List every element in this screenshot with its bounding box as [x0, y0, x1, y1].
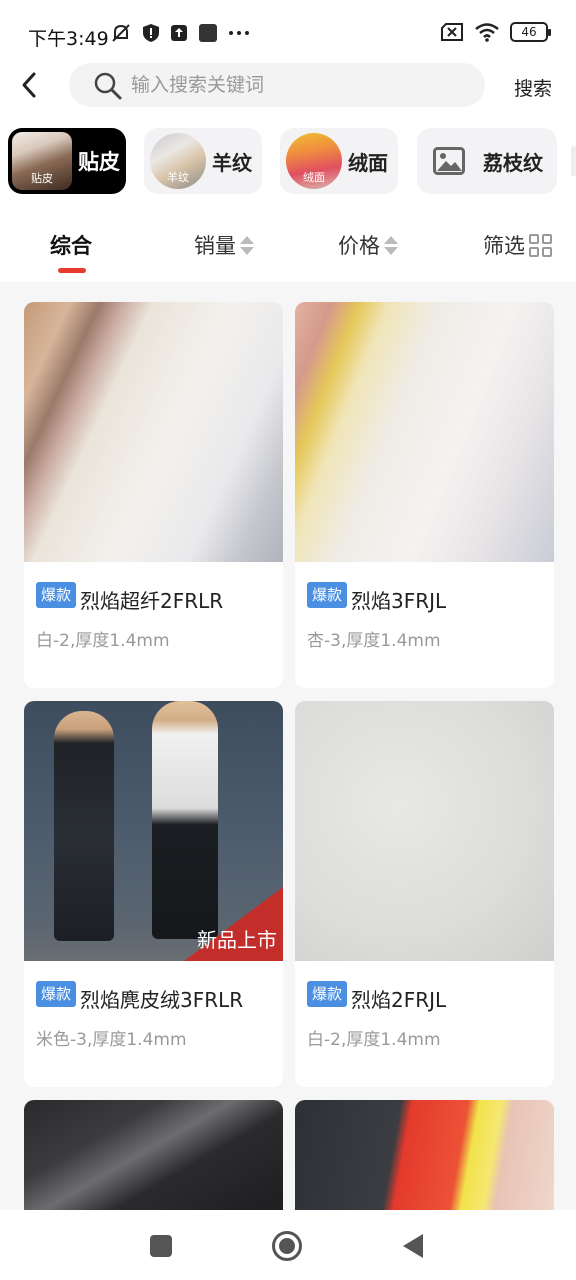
search-bar[interactable]	[69, 63, 485, 107]
category-label: 贴皮	[78, 150, 120, 174]
category-thumb: 绒面	[286, 133, 342, 189]
back-arrow-icon[interactable]	[14, 68, 46, 104]
status-time: 下午3:49	[28, 28, 109, 50]
home-icon[interactable]	[271, 1230, 303, 1262]
category-chip-yangwen[interactable]: 羊纹 羊纹	[144, 128, 262, 194]
sort-arrows-icon	[240, 235, 254, 255]
category-label: 羊纹	[212, 150, 252, 175]
category-chip-lizhiwen[interactable]: 荔枝纹	[417, 128, 557, 194]
sort-tabs: 综合 销量 价格 筛选	[0, 222, 576, 276]
product-name: 烈焰超纤2FRLR	[80, 589, 224, 613]
hot-badge: 爆款	[36, 582, 77, 608]
battery-icon: 46	[510, 22, 551, 42]
image-icon	[433, 147, 465, 175]
mute-bell-icon	[112, 24, 130, 42]
category-chip-rongmian[interactable]: 绒面 绒面	[280, 128, 398, 194]
category-thumb: 羊纹	[150, 133, 206, 189]
product-card[interactable]: 爆款 烈焰3FRJL 杏-3,厚度1.4mm	[295, 302, 554, 688]
product-image	[295, 701, 554, 961]
product-image	[24, 302, 283, 562]
tab-sales[interactable]: 销量	[194, 230, 254, 260]
status-bar: 下午3:49 46	[0, 0, 576, 64]
category-scroll-hint	[571, 146, 576, 176]
sort-arrows-icon	[384, 235, 398, 255]
product-spec: 米色-3,厚度1.4mm	[36, 1030, 187, 1050]
category-label: 荔枝纹	[483, 150, 543, 175]
product-card[interactable]: 爆款 烈焰超纤2FRLR 白-2,厚度1.4mm	[24, 302, 283, 688]
more-icon	[229, 31, 249, 35]
product-image	[295, 302, 554, 562]
product-card[interactable]: 新品上市 爆款 烈焰麂皮绒3FRLR 米色-3,厚度1.4mm	[24, 701, 283, 1087]
back-icon[interactable]	[401, 1232, 425, 1260]
product-image: 新品上市	[24, 701, 283, 961]
hot-badge: 爆款	[307, 981, 348, 1007]
grid-icon	[529, 233, 552, 257]
category-thumb: 贴皮	[12, 132, 72, 190]
product-spec: 杏-3,厚度1.4mm	[307, 631, 441, 651]
screen: 下午3:49 46 搜索 贴皮	[0, 0, 576, 1280]
tab-active-indicator	[58, 268, 86, 273]
header-area: 下午3:49 46 搜索 贴皮	[0, 0, 576, 282]
product-card[interactable]	[295, 1100, 554, 1220]
tab-price[interactable]: 价格	[338, 230, 398, 260]
shield-icon	[143, 24, 159, 42]
product-spec: 白-2,厚度1.4mm	[36, 631, 170, 651]
product-name: 烈焰麂皮绒3FRLR	[80, 988, 244, 1012]
upload-icon	[171, 25, 187, 41]
recent-apps-icon[interactable]	[149, 1234, 173, 1258]
product-spec: 白-2,厚度1.4mm	[307, 1030, 441, 1050]
tab-comprehensive[interactable]: 综合	[50, 230, 92, 260]
product-image	[295, 1100, 554, 1220]
app-icon	[199, 24, 217, 42]
sim-x-icon	[441, 23, 463, 41]
wifi-icon	[475, 23, 499, 42]
tab-filter[interactable]: 筛选	[483, 230, 552, 260]
hot-badge: 爆款	[307, 582, 348, 608]
product-card[interactable]	[24, 1100, 283, 1220]
product-card[interactable]: 爆款 烈焰2FRJL 白-2,厚度1.4mm	[295, 701, 554, 1087]
search-input[interactable]	[131, 63, 471, 107]
category-chip-tiepi[interactable]: 贴皮 贴皮	[8, 128, 126, 194]
search-icon	[94, 72, 122, 100]
product-name: 烈焰2FRJL	[351, 988, 447, 1012]
hot-badge: 爆款	[36, 981, 77, 1007]
promo-banner-text: 新品上市	[197, 928, 277, 952]
category-chips: 贴皮 贴皮 羊纹 羊纹 绒面 绒面 荔枝纹	[0, 128, 576, 196]
product-name: 烈焰3FRJL	[351, 589, 447, 613]
product-image	[24, 1100, 283, 1220]
system-nav-bar	[0, 1210, 576, 1280]
category-label: 绒面	[348, 150, 388, 175]
search-button[interactable]: 搜索	[514, 74, 552, 101]
